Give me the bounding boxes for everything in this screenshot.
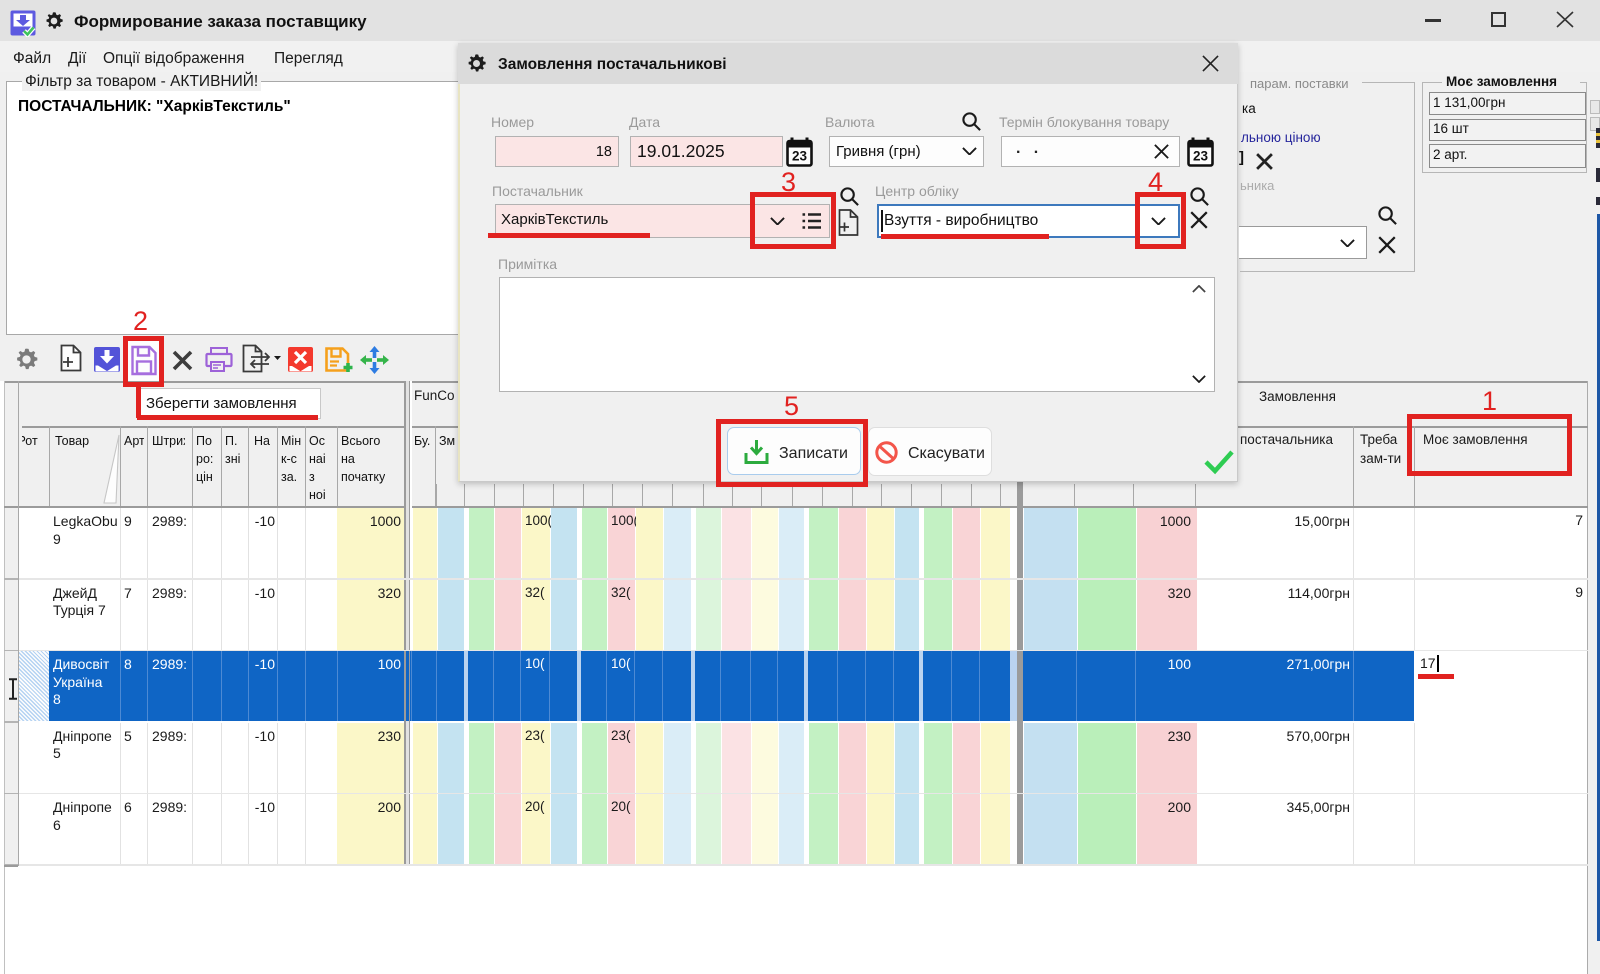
svg-text:23: 23 <box>1193 149 1209 164</box>
svg-text:23: 23 <box>792 149 808 164</box>
